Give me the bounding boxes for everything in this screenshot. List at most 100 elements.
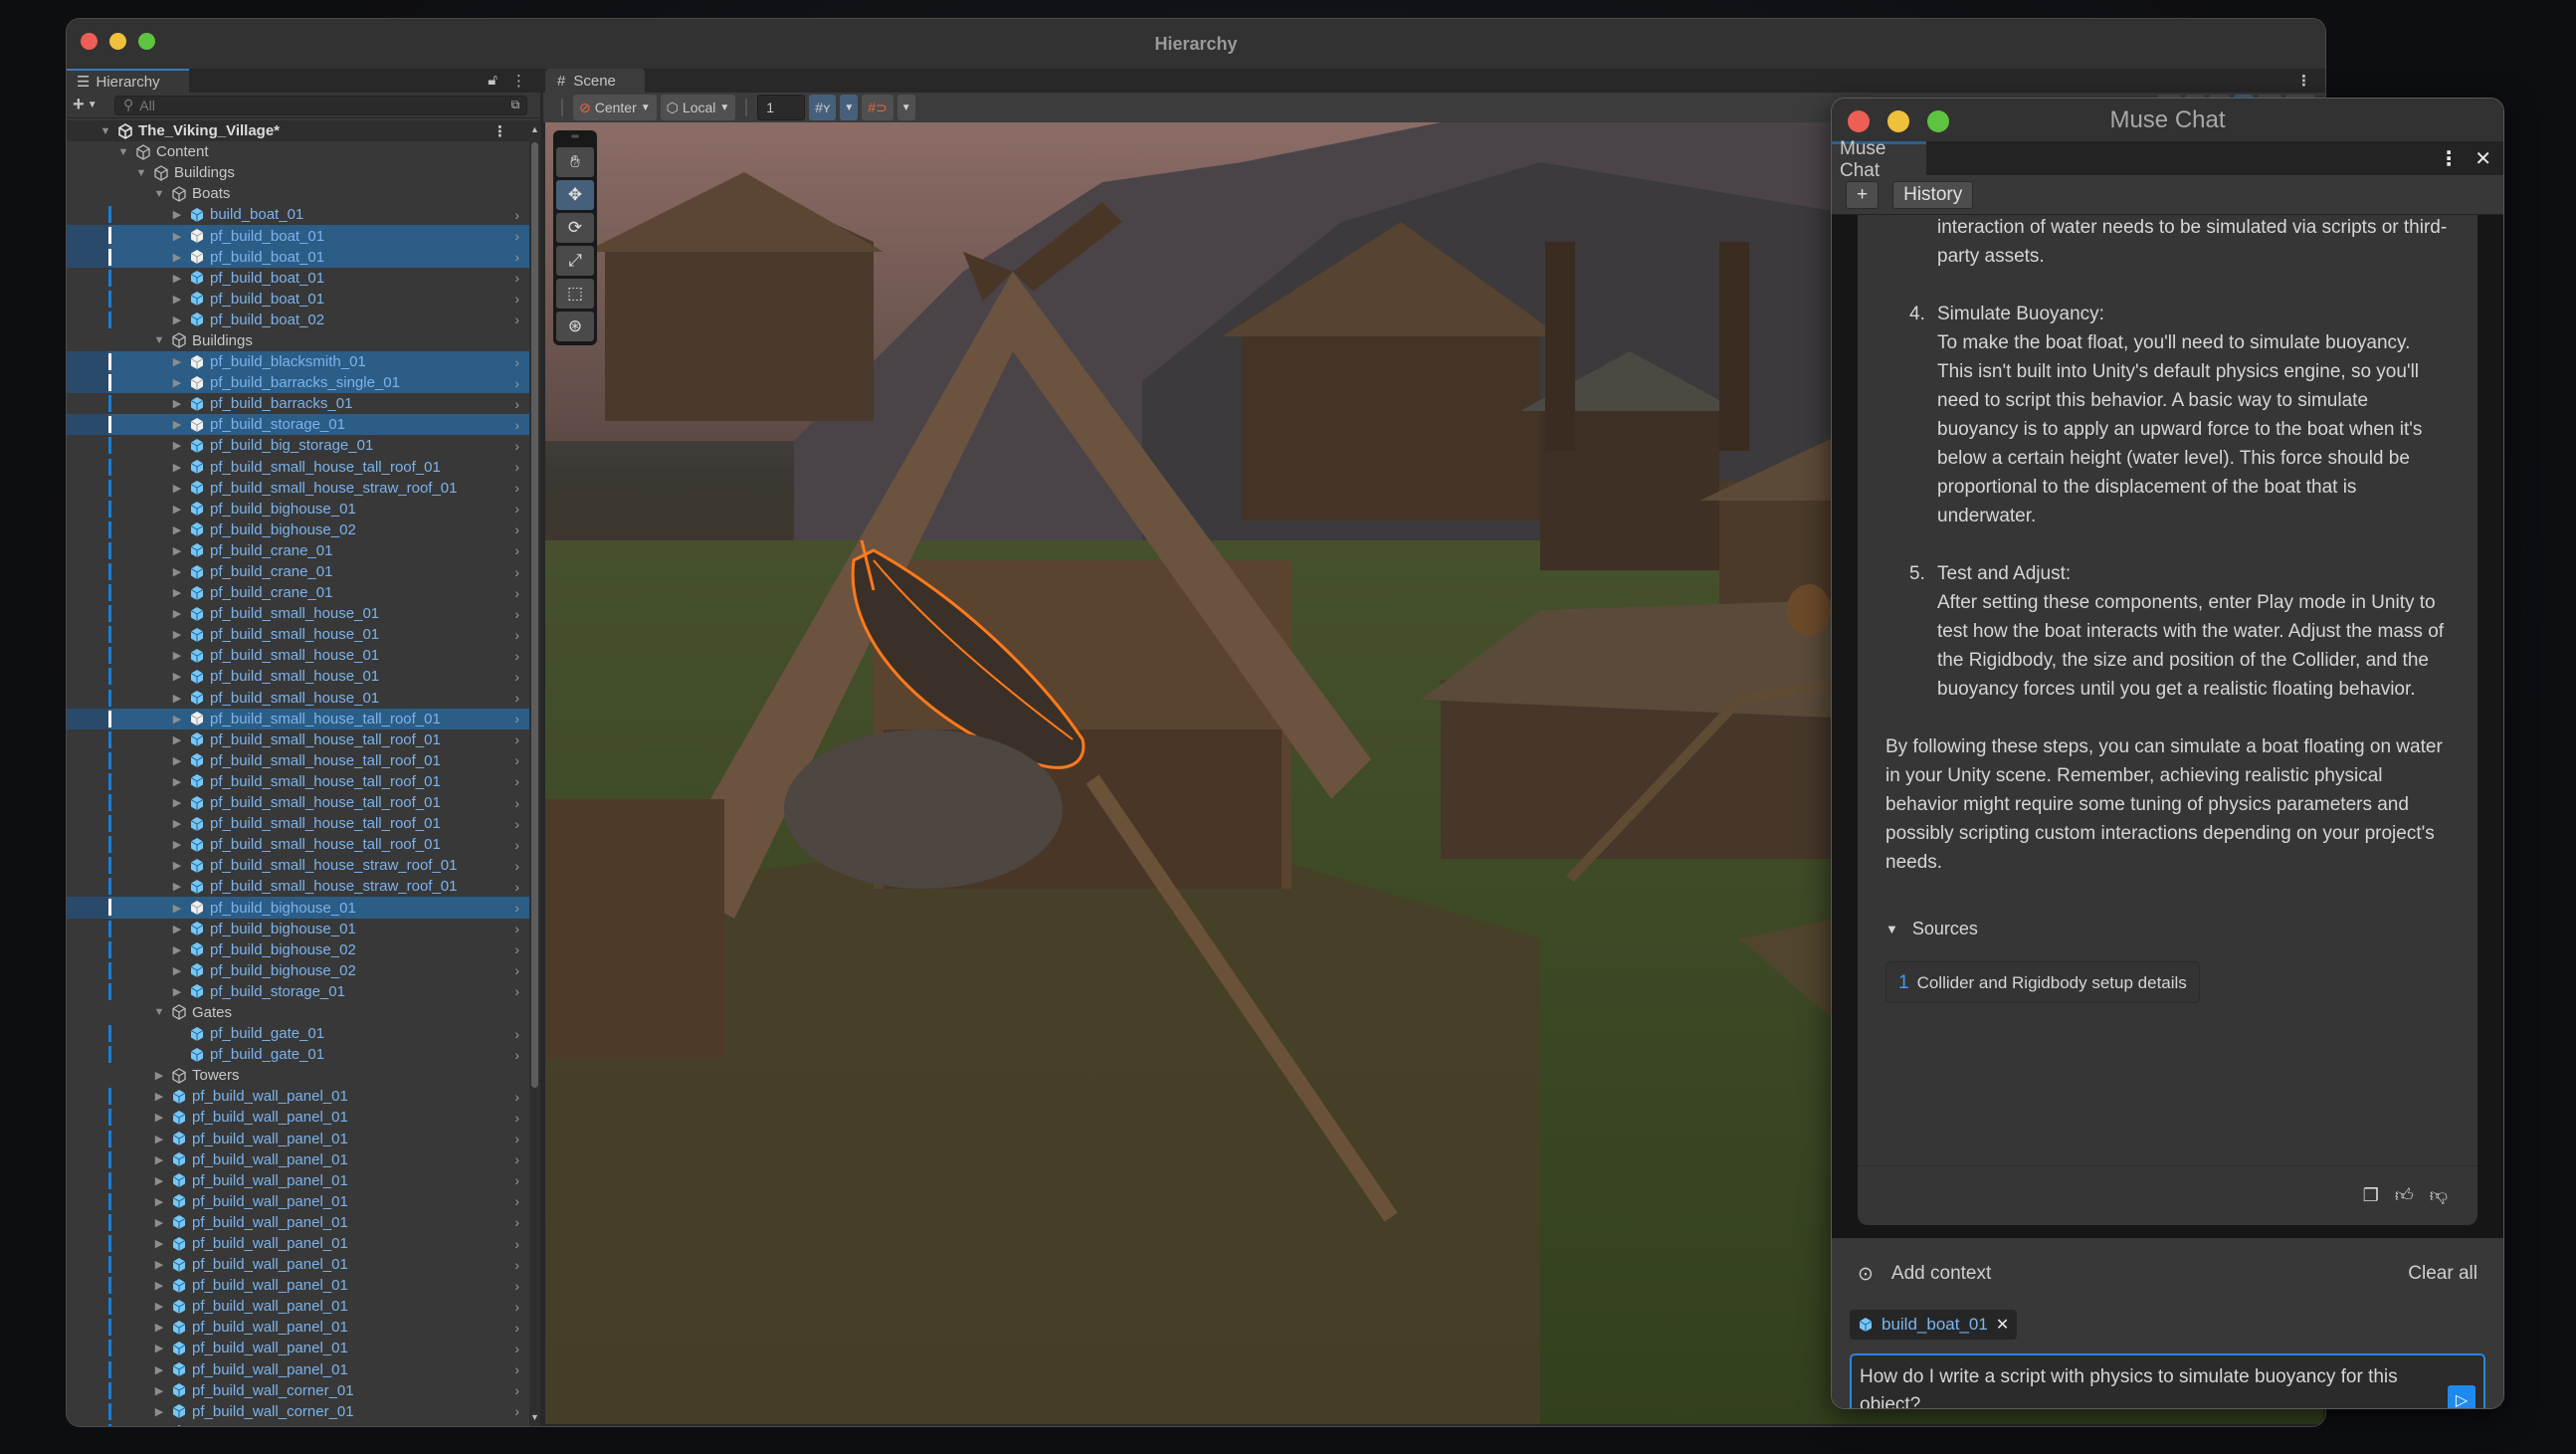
open-prefab-chevron-icon[interactable]: ›	[514, 921, 519, 936]
hierarchy-scrollbar[interactable]: ▲ ▼	[529, 120, 540, 1426]
hierarchy-object-row[interactable]: ▶ pf_build_wall_panel_01 ›	[67, 1338, 529, 1358]
open-prefab-chevron-icon[interactable]: ›	[514, 962, 519, 978]
move-tool-button[interactable]: ✥	[556, 180, 594, 210]
open-prefab-chevron-icon[interactable]: ›	[514, 396, 519, 412]
open-prefab-chevron-icon[interactable]: ›	[514, 648, 519, 664]
hierarchy-object-row[interactable]: ▶ pf_build_wall_panel_01 ›	[67, 1086, 529, 1107]
open-prefab-chevron-icon[interactable]: ›	[514, 773, 519, 789]
open-prefab-chevron-icon[interactable]: ›	[514, 1151, 519, 1167]
scroll-up-icon[interactable]: ▲	[529, 124, 540, 134]
hierarchy-object-row[interactable]: ▶ pf_build_wall_panel_01 ›	[67, 1212, 529, 1233]
fold-closed-icon[interactable]: ▶	[170, 692, 184, 705]
open-prefab-chevron-icon[interactable]: ›	[514, 1026, 519, 1042]
fold-closed-icon[interactable]: ▶	[152, 1342, 166, 1354]
hierarchy-object-row[interactable]: ▶ pf_build_bighouse_02 ›	[67, 519, 529, 540]
hierarchy-object-row[interactable]: ▶ pf_build_boat_01 ›	[67, 225, 529, 247]
fold-closed-icon[interactable]: ▶	[152, 1090, 166, 1103]
open-prefab-chevron-icon[interactable]: ›	[514, 459, 519, 475]
rect-tool-button[interactable]: ⬚	[556, 279, 594, 309]
fold-closed-icon[interactable]: ▶	[170, 964, 184, 977]
open-prefab-chevron-icon[interactable]: ›	[514, 1403, 519, 1419]
fold-closed-icon[interactable]: ▶	[170, 397, 184, 410]
pivot-mode-dropdown[interactable]: ⊘ Center ▼	[573, 95, 657, 120]
fold-closed-icon[interactable]: ▶	[152, 1384, 166, 1397]
hierarchy-object-row[interactable]: pf_build_gate_01 ›	[67, 1044, 529, 1065]
fold-open-icon[interactable]: ▼	[152, 1006, 166, 1018]
fold-closed-icon[interactable]: ▶	[170, 355, 184, 368]
fold-closed-icon[interactable]: ▶	[170, 523, 184, 536]
fold-closed-icon[interactable]: ▶	[170, 902, 184, 915]
fold-open-icon[interactable]: ▼	[134, 167, 148, 179]
hierarchy-object-row[interactable]: ▶ pf_build_wall_panel_01 ›	[67, 1233, 529, 1254]
grid-snap-value-input[interactable]: 1	[757, 95, 806, 120]
close-window-button[interactable]	[1848, 110, 1870, 132]
hierarchy-object-row[interactable]: ▶ pf_build_small_house_straw_roof_01 ›	[67, 855, 529, 876]
hierarchy-object-row[interactable]: ▶ pf_build_small_house_straw_roof_01 ›	[67, 876, 529, 897]
more-options-icon[interactable]: ⋮	[2439, 146, 2459, 171]
open-prefab-chevron-icon[interactable]: ›	[514, 564, 519, 580]
fold-closed-icon[interactable]: ▶	[152, 1279, 166, 1292]
fold-closed-icon[interactable]: ▶	[152, 1405, 166, 1418]
open-prefab-chevron-icon[interactable]: ›	[514, 1236, 519, 1252]
hierarchy-group-row[interactable]: ▼ Gates	[67, 1002, 529, 1023]
open-prefab-chevron-icon[interactable]: ›	[514, 1424, 519, 1426]
hierarchy-object-row[interactable]: ▶ pf_build_small_house_tall_roof_01 ›	[67, 834, 529, 855]
open-prefab-chevron-icon[interactable]: ›	[514, 690, 519, 706]
hierarchy-object-row[interactable]: ▶ pf_build_small_house_01 ›	[67, 624, 529, 645]
hierarchy-object-row[interactable]: ▶ pf_build_crane_01 ›	[67, 540, 529, 561]
fold-closed-icon[interactable]: ▶	[170, 838, 184, 851]
palette-grip[interactable]: ═	[556, 132, 594, 144]
tab-scene[interactable]: # Scene	[545, 69, 645, 93]
open-prefab-chevron-icon[interactable]: ›	[514, 312, 519, 327]
transform-tool-button[interactable]: ⊛	[556, 312, 594, 341]
open-prefab-chevron-icon[interactable]: ›	[514, 291, 519, 307]
open-prefab-chevron-icon[interactable]: ›	[514, 1257, 519, 1273]
fold-closed-icon[interactable]: ▶	[170, 985, 184, 998]
fold-closed-icon[interactable]: ▶	[152, 1069, 166, 1082]
hierarchy-object-row[interactable]: ▶ pf_build_bighouse_01 ›	[67, 919, 529, 939]
hierarchy-object-row[interactable]: ▶ pf_build_wall_corner_01 ›	[67, 1380, 529, 1401]
grid-options-dropdown[interactable]: ▼	[840, 95, 859, 120]
scene-root-row[interactable]: ▼ The_Viking_Village* ⋮	[67, 120, 529, 142]
open-prefab-chevron-icon[interactable]: ›	[514, 270, 519, 286]
fold-open-icon[interactable]: ▼	[116, 146, 130, 158]
scroll-down-icon[interactable]: ▼	[529, 1412, 540, 1422]
fold-closed-icon[interactable]: ▶	[170, 775, 184, 788]
copy-icon[interactable]: ❐	[2363, 1181, 2379, 1210]
close-window-button[interactable]	[81, 33, 98, 50]
hierarchy-object-row[interactable]: ▶ pf_build_storage_01 ›	[67, 981, 529, 1002]
hierarchy-object-row[interactable]: ▶ pf_build_wall_panel_01 ›	[67, 1191, 529, 1212]
new-chat-button[interactable]: +	[1846, 180, 1880, 209]
open-prefab-chevron-icon[interactable]: ›	[514, 1172, 519, 1188]
fold-closed-icon[interactable]: ▶	[170, 713, 184, 726]
open-prefab-chevron-icon[interactable]: ›	[514, 1110, 519, 1126]
open-prefab-chevron-icon[interactable]: ›	[514, 606, 519, 622]
tab-hierarchy[interactable]: ☰ Hierarchy	[67, 69, 189, 93]
hierarchy-object-row[interactable]: ▶ pf_build_small_house_tall_roof_01 ›	[67, 457, 529, 478]
create-dropdown-button[interactable]: + ▼	[73, 94, 108, 116]
hierarchy-group-row[interactable]: ▼ Content	[67, 141, 529, 162]
fold-closed-icon[interactable]: ▶	[170, 208, 184, 221]
fold-closed-icon[interactable]: ▶	[170, 461, 184, 474]
fold-closed-icon[interactable]: ▶	[170, 859, 184, 872]
open-prefab-chevron-icon[interactable]: ›	[514, 354, 519, 370]
chat-prompt-input[interactable]: How do I write a script with physics to …	[1850, 1353, 2485, 1408]
sources-toggle[interactable]: ▼ Sources	[1885, 915, 2450, 943]
history-button[interactable]: History	[1892, 180, 1974, 209]
hierarchy-object-row[interactable]: ▶ pf_build_bighouse_02 ›	[67, 939, 529, 960]
fold-closed-icon[interactable]: ▶	[170, 544, 184, 557]
fold-closed-icon[interactable]: ▶	[170, 817, 184, 830]
tab-muse-chat[interactable]: Muse Chat	[1832, 138, 1926, 181]
open-prefab-chevron-icon[interactable]: ›	[514, 983, 519, 999]
fold-closed-icon[interactable]: ▶	[170, 649, 184, 662]
fold-closed-icon[interactable]: ▶	[170, 503, 184, 516]
context-chip[interactable]: build_boat_01 ✕	[1850, 1310, 2018, 1340]
maximize-window-button[interactable]	[1927, 110, 1949, 132]
open-prefab-chevron-icon[interactable]: ›	[514, 417, 519, 433]
thumbs-up-icon[interactable]: 👍︎	[2395, 1181, 2414, 1210]
chat-conversation[interactable]: water shader to simulate the visual aspe…	[1832, 215, 2503, 1238]
fold-closed-icon[interactable]: ▶	[152, 1363, 166, 1376]
fold-closed-icon[interactable]: ▶	[170, 670, 184, 683]
hierarchy-object-row[interactable]: ▶ pf_build_blacksmith_01 ›	[67, 351, 529, 373]
hierarchy-object-row[interactable]: ▶ build_boat_01 ›	[67, 204, 529, 225]
